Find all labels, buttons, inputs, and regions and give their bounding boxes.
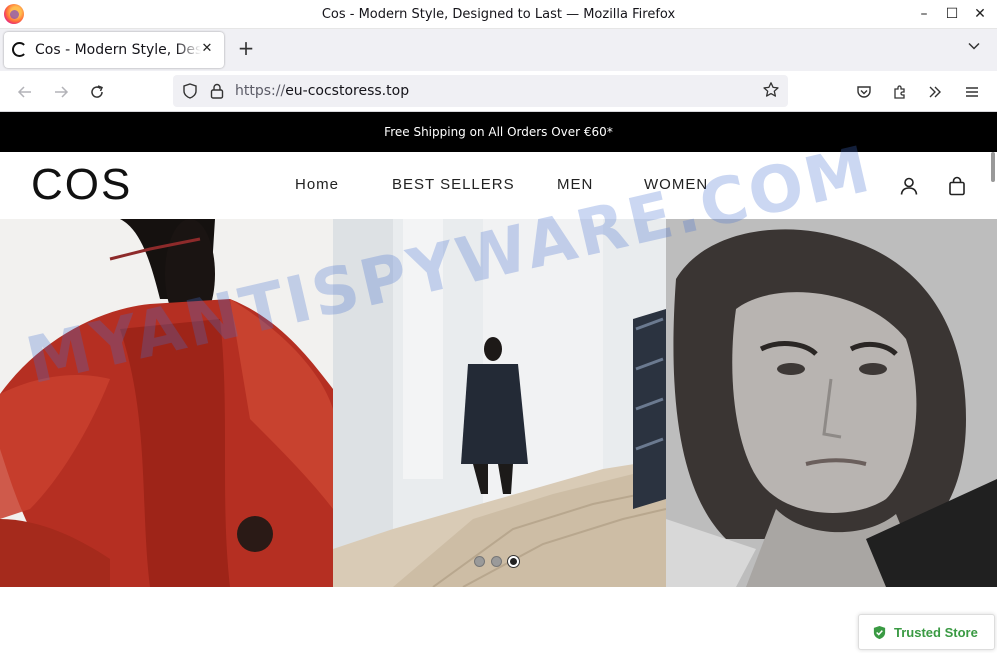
shield-check-icon [873, 625, 886, 639]
announcement-bar: Free Shipping on All Orders Over €60* [0, 112, 997, 152]
carousel-dot-1[interactable] [474, 556, 485, 567]
tab-close-icon[interactable]: ✕ [198, 40, 216, 58]
extensions-button[interactable] [888, 80, 912, 104]
pocket-button[interactable] [852, 80, 876, 104]
close-window-button[interactable]: ✕ [966, 0, 994, 28]
url-host: eu-cocstoress.top [285, 83, 410, 99]
navigation-toolbar: https://eu-cocstoress.top [0, 71, 997, 112]
shopping-bag-icon[interactable] [947, 176, 967, 196]
page-scrollbar[interactable] [991, 152, 995, 182]
hero-image-red-dress [0, 219, 333, 587]
application-menu-button[interactable] [960, 80, 984, 104]
url-bar[interactable]: https://eu-cocstoress.top [173, 75, 788, 107]
nav-item-men[interactable]: MEN [557, 176, 644, 193]
cos-favicon-icon [12, 42, 27, 57]
tab-strip: Cos - Modern Style, Designed to Last ✕ + [0, 29, 997, 71]
more-tools-button[interactable] [923, 80, 947, 104]
arrow-left-icon [17, 86, 31, 98]
carousel-pagination [474, 556, 519, 567]
hero-carousel[interactable] [0, 219, 997, 587]
reload-icon [91, 85, 103, 98]
bookmark-star-icon[interactable] [761, 81, 781, 101]
hamburger-menu-icon [966, 87, 978, 97]
window-title: Cos - Modern Style, Designed to Last — M… [321, 7, 676, 22]
minimize-button[interactable]: – [910, 0, 938, 28]
back-button[interactable] [13, 80, 37, 104]
nav-item-best-sellers[interactable]: BEST SELLERS [392, 176, 557, 193]
account-icon[interactable] [899, 176, 919, 196]
lock-icon[interactable] [208, 82, 226, 100]
title-bar: Cos - Modern Style, Designed to Last — M… [0, 0, 997, 29]
list-all-tabs-button[interactable] [965, 39, 983, 57]
url-text[interactable]: https://eu-cocstoress.top [235, 83, 409, 99]
star-icon [763, 82, 779, 97]
reload-button[interactable] [85, 80, 109, 104]
forward-button[interactable] [49, 80, 73, 104]
pocket-icon [857, 86, 871, 98]
tab-active[interactable]: Cos - Modern Style, Designed to Last ✕ [4, 32, 224, 68]
chevron-down-icon [968, 42, 980, 50]
arrow-right-icon [55, 86, 69, 98]
cos-logo[interactable]: COS [31, 160, 132, 210]
new-tab-button[interactable]: + [235, 37, 257, 61]
trusted-store-badge[interactable]: Trusted Store [858, 614, 995, 650]
puzzle-piece-icon [894, 85, 905, 99]
nav-item-home[interactable]: Home [295, 176, 392, 193]
carousel-dot-3[interactable] [508, 556, 519, 567]
url-scheme: https:// [235, 83, 286, 99]
tracking-protection-shield-icon[interactable] [181, 82, 199, 100]
maximize-button[interactable]: ☐ [938, 0, 966, 28]
tab-title: Cos - Modern Style, Designed to Last [35, 42, 201, 58]
site-header: COS Home BEST SELLERS MEN WOMEN [0, 152, 997, 219]
web-page: Free Shipping on All Orders Over €60* CO… [0, 112, 997, 653]
main-nav: Home BEST SELLERS MEN WOMEN [295, 176, 724, 193]
carousel-dot-2[interactable] [491, 556, 502, 567]
nav-item-women[interactable]: WOMEN [644, 176, 724, 193]
trusted-store-label: Trusted Store [894, 624, 978, 640]
hero-image-portrait [666, 219, 997, 587]
hero-image-staircase [333, 219, 666, 587]
double-chevron-right-icon [929, 86, 941, 98]
